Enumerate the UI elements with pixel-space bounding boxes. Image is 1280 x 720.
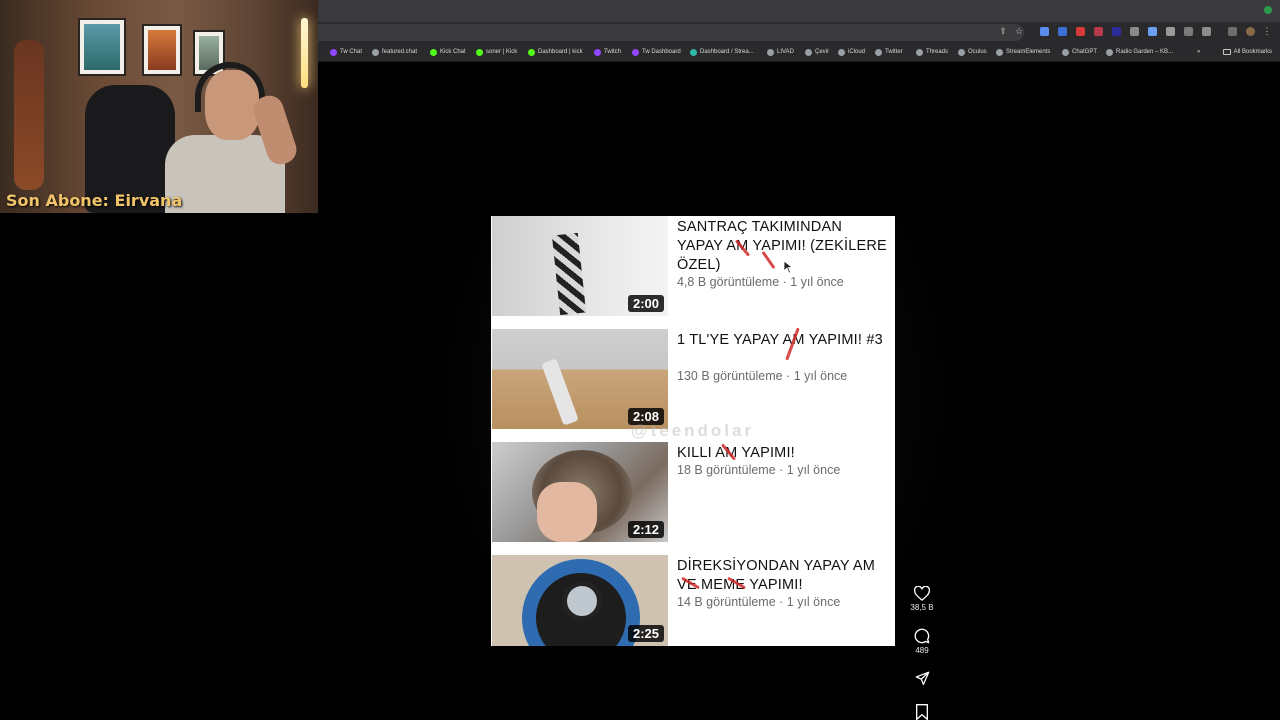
heart-icon <box>914 586 930 601</box>
reel-video[interactable]: 2:00 SANTRAÇ TAKIMINDAN YAPAY AM YAPIMI!… <box>491 72 895 720</box>
globe-icon <box>767 48 774 56</box>
watermark: @teendolar <box>631 421 755 440</box>
list-item: 2:25 DİREKSİYONDAN YAPAY AM VE MEME YAPI… <box>491 555 895 646</box>
all-bookmarks-button[interactable]: All Bookmarks <box>1222 46 1272 58</box>
bookmark-item[interactable]: LIVAD <box>767 46 794 58</box>
duration-badge: 2:00 <box>627 295 664 312</box>
folder-icon <box>1222 49 1231 55</box>
extension-icon[interactable] <box>1112 27 1121 36</box>
list-item: 2:12 KILLI AM YAPIMI! 18 B görüntüleme ·… <box>491 442 895 544</box>
screen: ⇪ ☆ ⋮ Tw Chat featured.chat Kick Chat so… <box>0 0 1280 720</box>
bookmark-star-icon[interactable]: ☆ <box>1014 26 1024 37</box>
kick-icon <box>476 48 483 56</box>
bookmark-item[interactable]: ChatGPT <box>1062 46 1097 58</box>
kick-icon <box>528 48 535 56</box>
bookmark-item[interactable]: soner | Kick <box>476 46 517 58</box>
video-meta: 14 B görüntüleme · 1 yıl önce <box>677 595 841 609</box>
kick-icon <box>430 48 437 56</box>
light-tube <box>301 18 308 88</box>
streamlabs-icon <box>690 48 697 56</box>
twitch-icon <box>594 48 601 56</box>
bookmark-icon <box>916 704 928 720</box>
browser-toolbar: ⇪ ☆ ⋮ <box>318 22 1280 42</box>
guitar <box>14 40 44 190</box>
bookmark-item[interactable]: StreamElements <box>996 46 1050 58</box>
bookmark-item[interactable]: Threads <box>916 46 948 58</box>
profile-status-icon <box>1264 6 1272 14</box>
extension-icon[interactable] <box>1040 27 1049 36</box>
browser-tab-strip <box>318 0 1280 22</box>
comment-icon <box>914 628 930 644</box>
globe-icon <box>372 48 379 56</box>
last-subscriber-label: Son Abone: Eirvana <box>6 191 183 210</box>
bookmark-item[interactable]: Tw Dashboard <box>632 46 681 58</box>
bookmark-item[interactable]: Çevir <box>805 46 829 58</box>
extension-icon[interactable] <box>1058 27 1067 36</box>
video-thumbnail: 2:12 <box>492 442 668 542</box>
video-title: 1 TL'YE YAPAY AM YAPIMI! #3 <box>677 332 883 348</box>
bookmark-item[interactable]: Oculus <box>958 46 987 58</box>
video-thumbnail: 2:08 <box>492 329 668 429</box>
video-meta: 4,8 B görüntüleme · 1 yıl önce <box>677 275 844 289</box>
bookmark-item[interactable]: Dashboard | kick <box>528 46 583 58</box>
video-thumbnail: 2:00 <box>492 216 668 316</box>
extension-icon[interactable] <box>1148 27 1157 36</box>
bookmark-item[interactable]: Dashboard / Strea... <box>690 46 754 58</box>
menu-icon[interactable]: ⋮ <box>1262 26 1272 37</box>
like-button[interactable]: 38,5 B <box>905 586 939 612</box>
globe-icon <box>1106 48 1113 56</box>
streamer <box>165 60 301 213</box>
list-item: 2:00 SANTRAÇ TAKIMINDAN YAPAY AM YAPIMI!… <box>491 216 895 318</box>
duration-badge: 2:12 <box>627 521 664 538</box>
bookmark-item[interactable]: Twitch <box>594 46 621 58</box>
list-item: 2:08 1 TL'YE YAPAY AM YAPIMI! #3 130 B g… <box>491 327 895 431</box>
address-bar[interactable] <box>318 24 1024 41</box>
wall-painting <box>78 18 126 76</box>
globe-icon <box>996 48 1003 56</box>
extension-icon[interactable] <box>1076 27 1085 36</box>
twitch-icon <box>330 48 337 56</box>
share-button[interactable] <box>905 671 939 686</box>
video-meta: 18 B görüntüleme · 1 yıl önce <box>677 463 841 477</box>
bookmarks-bar: Tw Chat featured.chat Kick Chat soner | … <box>318 42 1280 62</box>
bookmark-item[interactable]: Twitter <box>875 46 903 58</box>
avatar[interactable] <box>1246 27 1255 36</box>
extension-icon[interactable] <box>1166 27 1175 36</box>
bookmark-item[interactable]: featured.chat <box>372 46 417 58</box>
bookmark-item[interactable]: iCloud <box>838 46 865 58</box>
globe-icon <box>958 48 965 56</box>
video-title: DİREKSİYONDAN YAPAY AM VE MEME YAPIMI! <box>677 558 876 593</box>
puzzle-icon[interactable] <box>1202 27 1211 36</box>
video-title: KILLI AM YAPIMI! <box>677 445 795 461</box>
bookmark-item[interactable]: Tw Chat <box>330 46 362 58</box>
globe-icon <box>916 48 923 56</box>
mouse-cursor-icon <box>784 261 793 273</box>
bookmarks-overflow-button[interactable]: » <box>1197 46 1200 58</box>
video-list-screenshot: 2:00 SANTRAÇ TAKIMINDAN YAPAY AM YAPIMI!… <box>491 216 895 646</box>
chatgpt-icon <box>1062 48 1069 56</box>
globe-icon <box>805 48 812 56</box>
video-thumbnail: 2:25 <box>492 555 668 646</box>
duration-badge: 2:25 <box>627 625 664 642</box>
video-title: SANTRAÇ TAKIMINDAN YAPAY AM YAPIMI! (ZEK… <box>677 219 887 273</box>
media-icon[interactable] <box>1228 27 1237 36</box>
extension-icon[interactable] <box>1184 27 1193 36</box>
webcam-overlay: Son Abone: Eirvana <box>0 0 318 213</box>
send-icon <box>915 671 929 686</box>
extension-icon[interactable] <box>1130 27 1139 36</box>
extension-icon[interactable] <box>1094 27 1103 36</box>
video-meta: 130 B görüntüleme · 1 yıl önce <box>677 369 848 383</box>
bookmark-item[interactable]: Kick Chat <box>430 46 466 58</box>
bookmark-item[interactable]: Radio Garden – KB... <box>1106 46 1173 58</box>
comment-button[interactable]: 489 <box>905 628 939 655</box>
comment-count: 489 <box>915 646 929 655</box>
twitch-icon <box>632 48 639 56</box>
like-count: 38,5 B <box>910 603 934 612</box>
install-app-icon[interactable]: ⇪ <box>998 26 1008 37</box>
save-button[interactable] <box>905 704 939 720</box>
apple-icon <box>838 48 845 56</box>
globe-icon <box>875 48 882 56</box>
